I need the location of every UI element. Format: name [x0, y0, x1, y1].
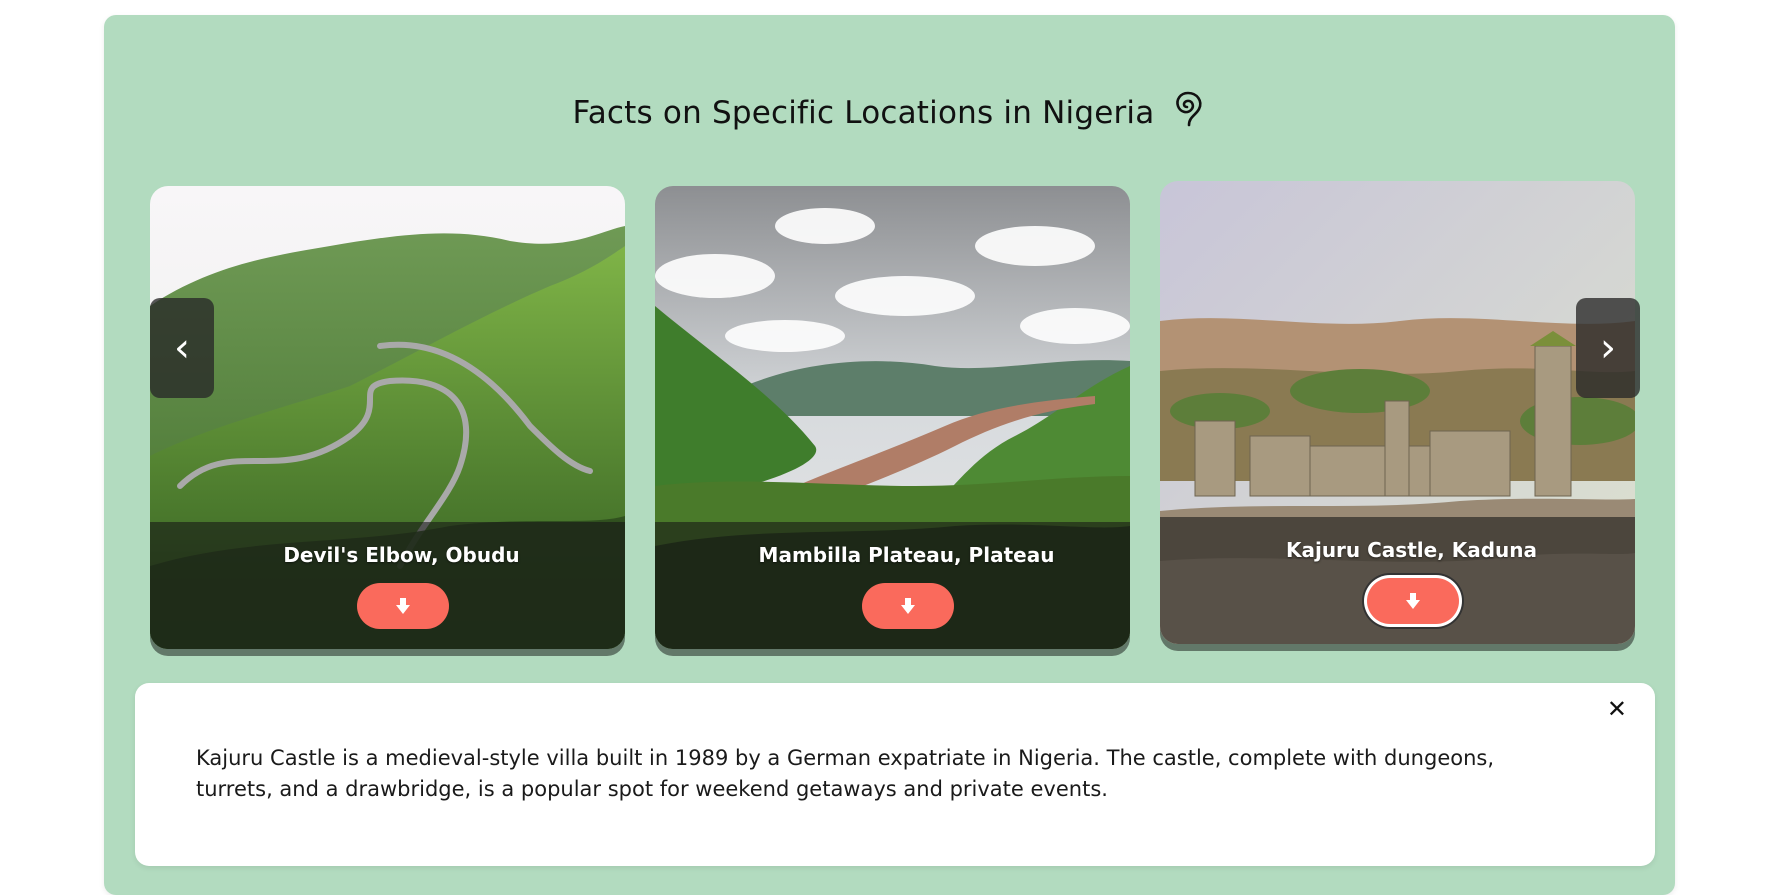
chevron-right-icon: › — [1600, 325, 1616, 371]
show-fact-button[interactable] — [1366, 578, 1459, 624]
close-icon[interactable]: ✕ — [1607, 695, 1627, 723]
show-fact-button[interactable] — [356, 583, 449, 629]
show-fact-button[interactable] — [861, 583, 954, 629]
location-card-kajuru[interactable]: Kajuru Castle, Kaduna — [1160, 181, 1635, 644]
arrow-down-icon — [395, 598, 410, 614]
card-caption: Devil's Elbow, Obudu — [283, 543, 520, 567]
page-title: Facts on Specific Locations in Nigeria — [104, 91, 1675, 137]
swirl-icon — [1172, 89, 1206, 137]
location-card-devils-elbow[interactable]: Devil's Elbow, Obudu — [150, 186, 625, 649]
carousel-next-button[interactable]: › — [1576, 298, 1640, 398]
fact-text: Kajuru Castle is a medieval-style villa … — [196, 746, 1495, 801]
card-caption: Kajuru Castle, Kaduna — [1285, 538, 1538, 562]
arrow-down-icon — [1405, 593, 1420, 609]
chevron-left-icon: ‹ — [174, 325, 190, 371]
carousel-prev-button[interactable]: ‹ — [150, 298, 214, 398]
fact-box: ✕ Kajuru Castle is a medieval-style vill… — [135, 683, 1655, 866]
page-title-text: Facts on Specific Locations in Nigeria — [572, 95, 1155, 131]
arrow-down-icon — [900, 598, 915, 614]
card-caption: Mambilla Plateau, Plateau — [758, 543, 1055, 567]
location-card-mambilla[interactable]: Mambilla Plateau, Plateau — [655, 186, 1130, 649]
